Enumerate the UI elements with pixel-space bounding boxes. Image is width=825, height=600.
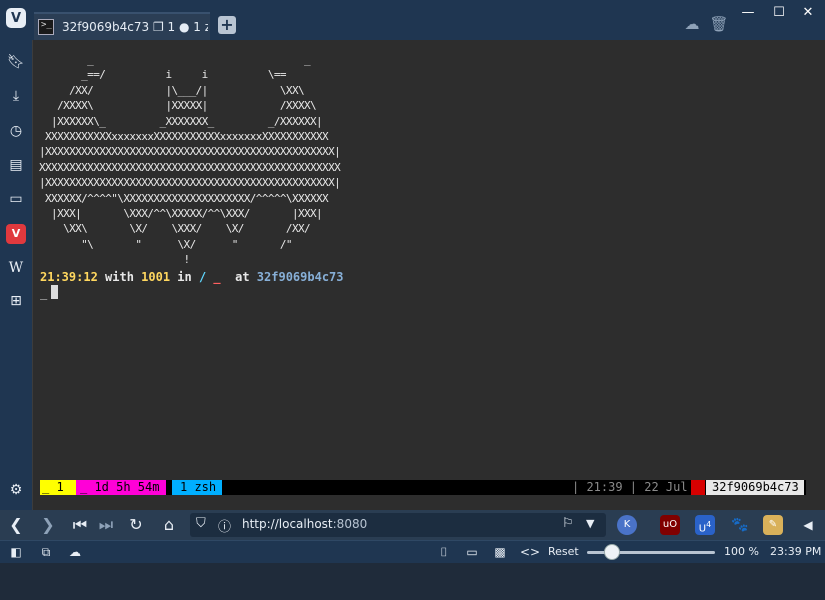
images-icon[interactable]: ▩ xyxy=(492,544,508,560)
status-bar: ◧ ⧉ ☁ ⌷ ▭ ▩ <> Reset 100 % 23:39 PM xyxy=(0,540,825,563)
terminal-view[interactable]: _ _ _==/ i i \== /XX/ |\___/| \XX\ /XXXX… xyxy=(32,40,825,510)
zoom-slider-knob[interactable] xyxy=(604,544,620,560)
prompt-uid: 1001 xyxy=(141,270,171,284)
input-line[interactable]: _ xyxy=(40,285,59,300)
tmux-status-bar: _ 1 _ 1d 5h 54m 1 zsh | 21:39 | 22 Jul 3… xyxy=(40,480,806,495)
tab-terminal[interactable]: >_ 32f9069b4c73 ❐ 1 ● 1 zsh xyxy=(34,12,210,40)
ublock-extension-icon[interactable]: uO xyxy=(660,515,680,535)
new-tab-button[interactable]: + xyxy=(218,16,236,34)
gnome-extension-icon[interactable]: 🐾 xyxy=(730,515,750,535)
reload-icon[interactable]: ↻ xyxy=(126,515,146,535)
side-panel: 🔖︎ ⤓ ◷ ▤ ▭ V W ⊞ ⚙ xyxy=(0,40,32,510)
home-icon[interactable]: ⌂ xyxy=(159,515,179,535)
page-actions-icon[interactable]: <> xyxy=(520,544,540,560)
url-port: :8080 xyxy=(332,517,368,531)
terminal-tab-icon: >_ xyxy=(38,19,54,35)
cursor-prefix: _ xyxy=(40,286,48,300)
text-cursor xyxy=(51,285,59,299)
shield-icon[interactable]: ⛉ xyxy=(196,516,206,531)
tmux-window: 1 zsh xyxy=(172,480,222,495)
tmux-uptime: _ 1d 5h 54m xyxy=(76,480,166,495)
collapse-extensions-icon[interactable]: ◀ xyxy=(798,515,818,535)
tab-tiling-icon[interactable]: ⧉ xyxy=(38,544,54,560)
bitwarden-extension-icon[interactable]: U4 xyxy=(695,515,715,535)
prompt-sep: _ xyxy=(206,270,228,284)
capture-icon[interactable]: ⌷ xyxy=(436,544,452,560)
back-icon[interactable]: ❮ xyxy=(6,515,26,535)
ascii-art-banner: _ _ _==/ i i \== /XX/ |\___/| \XX\ /XXXX… xyxy=(39,53,341,267)
prompt-host: 32f9069b4c73 xyxy=(256,270,344,284)
tmux-session: _ 1 xyxy=(40,480,76,495)
zoom-reset-button[interactable]: Reset xyxy=(548,545,579,558)
settings-gear-icon[interactable]: ⚙ xyxy=(6,480,26,500)
site-info-icon[interactable]: ⓘ xyxy=(218,516,231,535)
tmux-hostname: 32f9069b4c73 xyxy=(706,480,804,495)
forward-icon[interactable]: ❯ xyxy=(38,515,58,535)
prompt-time: 21:39:12 xyxy=(40,270,98,284)
maximize-button[interactable]: ☐ xyxy=(768,4,790,22)
vivaldi-web-panel-icon[interactable]: V xyxy=(6,224,26,244)
cloud-sync-icon[interactable]: ☁ xyxy=(682,14,702,34)
url-text: http://localhost:8080 xyxy=(242,517,367,531)
bookmarks-icon[interactable]: 🔖︎ xyxy=(6,52,26,72)
window-panel-icon[interactable]: ▭ xyxy=(6,189,26,209)
tab-title: 32f9069b4c73 ❐ 1 ● 1 zsh xyxy=(62,20,208,34)
downloads-icon[interactable]: ⤓ xyxy=(6,86,26,106)
history-icon[interactable]: ◷ xyxy=(6,121,26,141)
prompt-at: at xyxy=(227,270,257,284)
add-web-panel-icon[interactable]: ⊞ xyxy=(6,291,26,311)
tmux-separator xyxy=(691,480,705,495)
sync-cloud-icon[interactable]: ☁ xyxy=(66,544,84,560)
minimize-button[interactable]: — xyxy=(737,4,759,22)
close-button[interactable]: ✕ xyxy=(797,4,819,22)
prompt-with: with xyxy=(97,270,142,284)
panel-toggle-icon[interactable]: ◧ xyxy=(8,544,24,560)
trash-icon[interactable]: 🗑 xyxy=(709,14,729,34)
zoom-level: 100 % xyxy=(724,545,759,558)
wikipedia-panel-icon[interactable]: W xyxy=(6,258,26,278)
fast-forward-icon[interactable]: ⏭ xyxy=(96,515,116,535)
tiling-icon[interactable]: ▭ xyxy=(464,544,480,560)
url-dropdown-icon[interactable]: ▼ xyxy=(586,517,594,530)
status-clock: 23:39 PM xyxy=(770,545,822,558)
image-extension-icon[interactable]: ✎ xyxy=(763,515,783,535)
kagi-extension-icon[interactable]: K xyxy=(617,515,637,535)
url-host: http://localhost xyxy=(242,517,333,531)
title-bar: V >_ 32f9069b4c73 ❐ 1 ● 1 zsh + ☁ 🗑 — ☐ … xyxy=(0,0,825,40)
shell-prompt: 21:39:12 with 1001 in / _ at 32f9069b4c7… xyxy=(40,270,344,284)
extension-badge: 4 xyxy=(706,520,712,529)
tmux-clock: | 21:39 | 22 Jul xyxy=(572,480,688,494)
url-field[interactable]: ⛉ ⓘ http://localhost:8080 ⚐ ▼ xyxy=(190,513,606,537)
notes-icon[interactable]: ▤ xyxy=(6,155,26,175)
prompt-in: in xyxy=(170,270,199,284)
bookmark-page-icon[interactable]: ⚐ xyxy=(562,516,574,531)
address-toolbar: ❮ ❯ ⏮ ⏭ ↻ ⌂ ⛉ ⓘ http://localhost:8080 ⚐ … xyxy=(0,510,825,540)
rewind-icon[interactable]: ⏮ xyxy=(70,515,90,535)
vivaldi-menu-icon[interactable]: V xyxy=(6,8,26,28)
